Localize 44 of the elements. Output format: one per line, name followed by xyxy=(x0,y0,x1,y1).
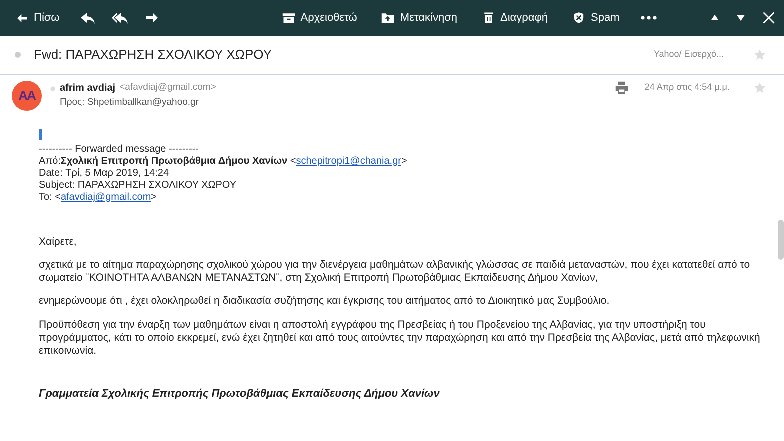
from-line: Από:Σχολική Επιτροπή Πρωτοβάθμια Δήμου Χανίων < xyxy=(39,156,296,167)
email-subject: Fwd: ΠΑΡΑΧΩΡΗΣΗ ΣΧΟΛΙΚΟΥ ΧΩΡΟΥ xyxy=(34,46,272,64)
subject-line: Subject: ΠΑΡΑΧΩΡΗΣΗ ΣΧΟΛΙΚΟΥ ΧΩΡΟΥ xyxy=(39,180,238,192)
paragraph: ενημερώνουμε ότι , έχει ολοκληρωθεί η διαδικασία συζήτησης και έγκρισης του αιτήματος από το Διοικητικό μας Συμβούλιο. xyxy=(39,295,611,308)
email-link[interactable]: afavdiaj@gmail.com xyxy=(60,192,152,203)
shield-icon xyxy=(572,11,586,25)
closing-bracket: > xyxy=(151,192,157,203)
status-dot-icon xyxy=(50,86,56,92)
star-icon[interactable] xyxy=(754,49,766,61)
reply-all-icon[interactable] xyxy=(112,10,128,26)
spam-button[interactable]: Spam xyxy=(568,8,624,28)
printer-icon[interactable] xyxy=(614,81,629,95)
trash-icon xyxy=(482,11,496,25)
forward-icon[interactable] xyxy=(144,10,160,26)
archive-box-icon xyxy=(282,11,296,25)
date-line: Date: Τρί, 5 Μαρ 2019, 14:24 xyxy=(39,168,170,180)
forward-header-title: ---------- Forwarded message --------- xyxy=(39,144,200,156)
folder-path[interactable]: Yahoo/ Εισερχό... xyxy=(654,48,724,62)
to-line: To: < xyxy=(39,192,61,203)
email-link[interactable]: schepitropi1@chania.gr xyxy=(296,156,402,167)
avatar: AA xyxy=(12,81,42,111)
archive-button[interactable]: Αρχειοθετώ xyxy=(278,8,362,28)
folder-arrow-icon xyxy=(381,11,396,25)
reply-icon[interactable] xyxy=(80,10,96,26)
paragraph: σχετικά με το αίτημα παραχώρησης σχολικού χώρου για την διενέργεια μαθημάτων αλβανικής γλώσσας σε παιδιά μεταναστών, που έχει κατατεθεί από το σωματείο ¨ΚΟΙΝΟΤΗΤΑ ΑΛΒΑΝΩΝ ΜΕΤΑΝΑΣΤΩΝ¨, στη Σχολική Επιτροπή Πρωτοβάθμιας Εκπαίδευσης Δήμου Χανίων, xyxy=(39,259,752,286)
closing-bracket: > xyxy=(401,156,408,167)
back-button[interactable]: Πίσω xyxy=(12,8,64,28)
star-icon[interactable] xyxy=(754,82,766,94)
down-arrow-icon[interactable] xyxy=(736,13,746,23)
text-cursor xyxy=(39,129,42,140)
message-date: 24 Απρ στις 4:54 μ.μ. xyxy=(644,81,730,94)
paragraph: Χαίρετε, xyxy=(39,236,78,250)
sender-email: <afavdiaj@gmail.com> xyxy=(120,81,216,96)
delete-button[interactable]: Διαγραφή xyxy=(478,8,552,28)
scrollbar-thumb[interactable] xyxy=(778,220,784,260)
signature: Γραμματεία Σχολικής Επιτροπής Πρωτοβάθμιας Εκπαίδευσης Δήμου Χανίων xyxy=(39,388,441,402)
more-icon[interactable] xyxy=(640,14,658,22)
close-icon[interactable] xyxy=(762,11,776,25)
recipient-line: Προς: Shpetimballkan@yahoo.gr xyxy=(60,96,200,110)
sender-name: afrim avdiaj xyxy=(60,82,116,96)
unread-dot-icon xyxy=(14,51,22,59)
up-arrow-icon[interactable] xyxy=(710,13,720,23)
paragraph: Προϋπόθεση για την έναρξη των μαθημάτων είναι η αποστολή εγγράφου της Πρεσβείας ή του Προξενείου της Αλβανίας, για την υποστήριξη του προγράμματος, κάτι το οποίο εκκρεμεί, ενώ έχει ζητηθεί και από τους αιτούντες την παραχώρηση και από την Πρεσβεία της Αλβανίας, μετά από τηλεφωνική επικοινωνία. xyxy=(39,318,762,358)
move-button[interactable]: Μετακίνηση xyxy=(377,8,462,28)
